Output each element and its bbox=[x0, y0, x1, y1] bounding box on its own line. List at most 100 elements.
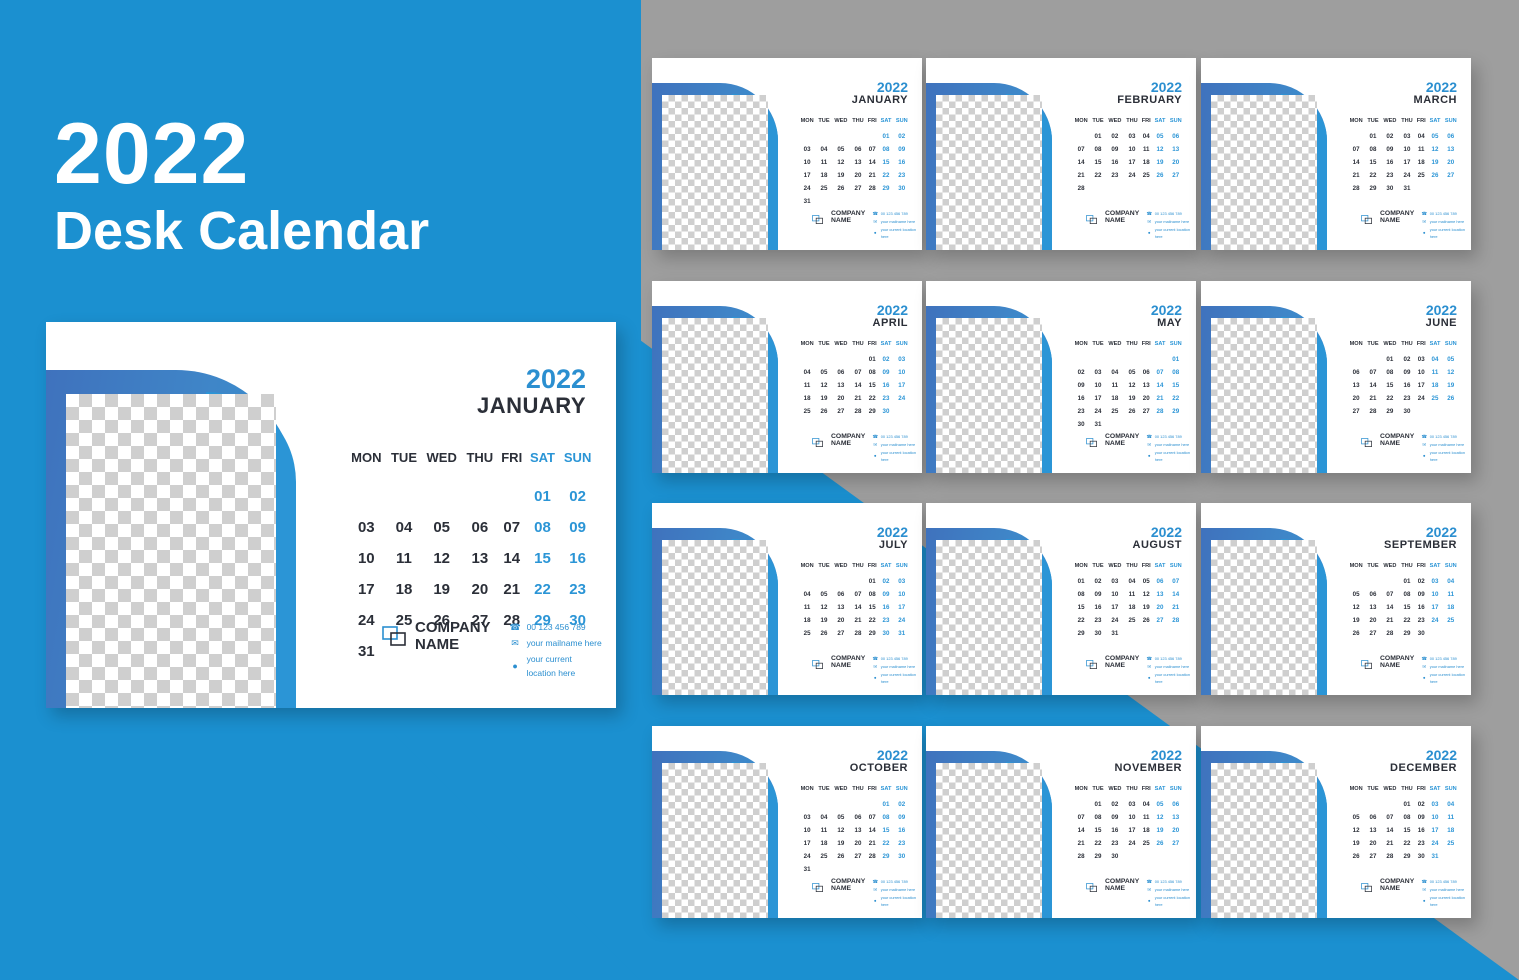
calendar-day[interactable]: 23 bbox=[879, 614, 894, 627]
photo-placeholder[interactable] bbox=[936, 318, 1042, 473]
calendar-day[interactable]: 23 bbox=[1072, 405, 1090, 418]
calendar-day[interactable]: 20 bbox=[850, 169, 866, 182]
calendar-day[interactable]: 01 bbox=[1381, 353, 1399, 366]
calendar-day[interactable]: 07 bbox=[1072, 143, 1090, 156]
calendar-day[interactable]: 03 bbox=[1399, 130, 1415, 143]
calendar-day[interactable]: 03 bbox=[1124, 798, 1140, 811]
calendar-day[interactable]: 05 bbox=[1124, 366, 1140, 379]
calendar-day[interactable]: 13 bbox=[850, 156, 866, 169]
calendar-day[interactable]: 25 bbox=[1443, 614, 1460, 627]
calendar-day[interactable]: 06 bbox=[1443, 130, 1460, 143]
calendar-day[interactable]: 19 bbox=[1153, 156, 1168, 169]
calendar-day[interactable]: 05 bbox=[1443, 353, 1460, 366]
calendar-day[interactable]: 12 bbox=[1153, 811, 1168, 824]
calendar-day[interactable]: 04 bbox=[816, 143, 832, 156]
calendar-day[interactable]: 20 bbox=[850, 837, 866, 850]
calendar-day[interactable]: 01 bbox=[526, 481, 560, 512]
calendar-day[interactable]: 28 bbox=[1072, 182, 1090, 195]
calendar-day[interactable]: 19 bbox=[1428, 156, 1443, 169]
calendar-day[interactable]: 25 bbox=[798, 405, 816, 418]
calendar-day[interactable]: 06 bbox=[1168, 130, 1185, 143]
calendar-day[interactable]: 26 bbox=[1124, 405, 1140, 418]
photo-placeholder[interactable] bbox=[1211, 763, 1317, 918]
calendar-day[interactable]: 12 bbox=[421, 543, 462, 574]
calendar-day[interactable]: 05 bbox=[1347, 811, 1365, 824]
calendar-day[interactable]: 28 bbox=[850, 627, 866, 640]
calendar-day[interactable]: 17 bbox=[1399, 156, 1415, 169]
calendar-day[interactable]: 09 bbox=[1106, 811, 1124, 824]
calendar-day[interactable]: 13 bbox=[1365, 824, 1381, 837]
calendar-day[interactable]: 11 bbox=[816, 824, 832, 837]
calendar-day[interactable]: 05 bbox=[1347, 588, 1365, 601]
calendar-day[interactable]: 04 bbox=[1428, 353, 1443, 366]
calendar-day[interactable]: 14 bbox=[498, 543, 526, 574]
calendar-day[interactable]: 25 bbox=[816, 182, 832, 195]
calendar-day[interactable]: 13 bbox=[1443, 143, 1460, 156]
calendar-day[interactable]: 27 bbox=[1347, 405, 1365, 418]
calendar-day[interactable]: 30 bbox=[1381, 182, 1399, 195]
calendar-day[interactable]: 14 bbox=[1072, 156, 1090, 169]
calendar-day[interactable]: 01 bbox=[1090, 130, 1106, 143]
calendar-day[interactable]: 20 bbox=[832, 392, 850, 405]
calendar-day[interactable]: 18 bbox=[816, 169, 832, 182]
calendar-day[interactable]: 22 bbox=[1168, 392, 1185, 405]
calendar-day[interactable]: 01 bbox=[1399, 575, 1415, 588]
calendar-day[interactable]: 10 bbox=[798, 824, 816, 837]
calendar-day[interactable]: 19 bbox=[1124, 392, 1140, 405]
calendar-day[interactable]: 17 bbox=[894, 379, 911, 392]
calendar-day[interactable]: 04 bbox=[387, 512, 422, 543]
calendar-day[interactable]: 02 bbox=[1381, 130, 1399, 143]
photo-placeholder[interactable] bbox=[662, 318, 768, 473]
calendar-day[interactable]: 16 bbox=[1106, 824, 1124, 837]
calendar-day[interactable]: 13 bbox=[1347, 379, 1365, 392]
calendar-day[interactable]: 21 bbox=[850, 392, 866, 405]
calendar-day[interactable]: 11 bbox=[1443, 588, 1460, 601]
calendar-day[interactable]: 07 bbox=[1381, 811, 1399, 824]
calendar-day[interactable]: 09 bbox=[894, 811, 911, 824]
calendar-day[interactable]: 14 bbox=[850, 379, 866, 392]
calendar-day[interactable]: 08 bbox=[1381, 366, 1399, 379]
calendar-day[interactable]: 26 bbox=[1428, 169, 1443, 182]
calendar-day[interactable]: 02 bbox=[1090, 575, 1106, 588]
calendar-day[interactable]: 13 bbox=[462, 543, 498, 574]
calendar-day[interactable]: 04 bbox=[816, 811, 832, 824]
calendar-day[interactable]: 22 bbox=[866, 392, 879, 405]
calendar-day[interactable]: 15 bbox=[1090, 824, 1106, 837]
calendar-day[interactable]: 15 bbox=[866, 601, 879, 614]
calendar-day[interactable]: 09 bbox=[879, 588, 894, 601]
calendar-day[interactable]: 18 bbox=[1415, 156, 1428, 169]
calendar-day[interactable]: 20 bbox=[1140, 392, 1153, 405]
calendar-day[interactable]: 21 bbox=[498, 574, 526, 605]
calendar-day[interactable]: 09 bbox=[1090, 588, 1106, 601]
calendar-day[interactable]: 17 bbox=[798, 169, 816, 182]
calendar-day[interactable]: 26 bbox=[816, 405, 832, 418]
calendar-day[interactable]: 10 bbox=[1124, 811, 1140, 824]
calendar-day[interactable]: 07 bbox=[850, 366, 866, 379]
calendar-day[interactable]: 23 bbox=[559, 574, 596, 605]
calendar-day[interactable]: 25 bbox=[1124, 614, 1140, 627]
calendar-day[interactable]: 19 bbox=[1443, 379, 1460, 392]
calendar-day[interactable]: 21 bbox=[1365, 392, 1381, 405]
calendar-day[interactable]: 03 bbox=[894, 353, 911, 366]
calendar-day[interactable]: 03 bbox=[894, 575, 911, 588]
calendar-day[interactable]: 15 bbox=[879, 156, 894, 169]
photo-placeholder[interactable] bbox=[662, 95, 768, 250]
calendar-card-may[interactable]: 2022 MAY MON TUE WED THU FRI SAT SUN 01 02 03 04 05 06… bbox=[926, 281, 1196, 473]
calendar-card-june[interactable]: 2022 JUNE MON TUE WED THU FRI SAT SUN 01 02 03 04 05 0… bbox=[1201, 281, 1471, 473]
calendar-card-featured-january[interactable]: 2022 JANUARY MON TUE WED THU FRI SAT SUN 01 02 03 04… bbox=[46, 322, 616, 708]
calendar-day[interactable]: 31 bbox=[1090, 418, 1106, 431]
calendar-day[interactable]: 05 bbox=[1153, 798, 1168, 811]
calendar-day[interactable]: 11 bbox=[1428, 366, 1443, 379]
calendar-day[interactable]: 17 bbox=[1124, 824, 1140, 837]
calendar-day[interactable]: 03 bbox=[1428, 575, 1443, 588]
calendar-day[interactable]: 25 bbox=[1428, 392, 1443, 405]
calendar-day[interactable]: 04 bbox=[1106, 366, 1124, 379]
calendar-day[interactable]: 27 bbox=[1168, 169, 1185, 182]
calendar-day[interactable]: 10 bbox=[894, 588, 911, 601]
calendar-day[interactable]: 13 bbox=[850, 824, 866, 837]
calendar-day[interactable]: 21 bbox=[866, 837, 879, 850]
calendar-day[interactable]: 16 bbox=[1415, 824, 1428, 837]
photo-placeholder[interactable] bbox=[662, 763, 768, 918]
calendar-day[interactable]: 06 bbox=[1153, 575, 1168, 588]
calendar-day[interactable]: 07 bbox=[866, 811, 879, 824]
